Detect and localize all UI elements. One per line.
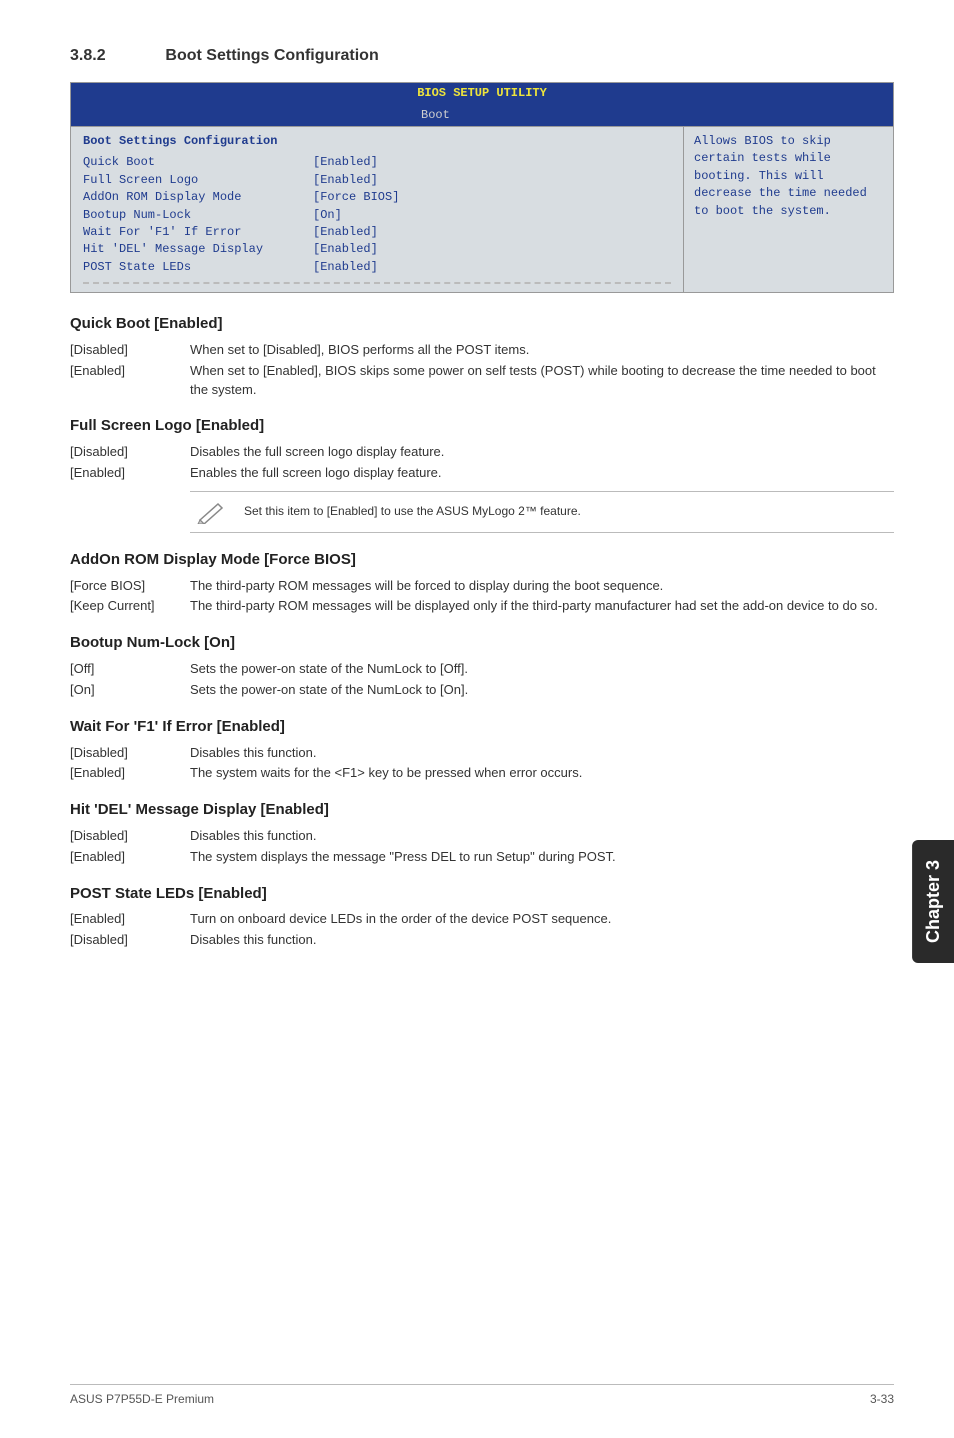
bios-help-pane: Allows BIOS to skip certain tests while … <box>683 127 893 292</box>
option-row: [Disabled]Disables this function. <box>70 827 894 846</box>
bios-row-value: [Enabled] <box>313 259 378 276</box>
bios-row-value: [Enabled] <box>313 154 378 171</box>
option-key: [Off] <box>70 660 190 679</box>
option-key: [Disabled] <box>70 931 190 950</box>
bios-row-label: Full Screen Logo <box>83 172 313 189</box>
bios-row-label: AddOn ROM Display Mode <box>83 189 313 206</box>
option-row: [Off]Sets the power-on state of the NumL… <box>70 660 894 679</box>
option-row: [Enabled]The system displays the message… <box>70 848 894 867</box>
bios-row-value: [On] <box>313 207 342 224</box>
option-key: [Disabled] <box>70 827 190 846</box>
option-key: [Enabled] <box>70 464 190 483</box>
option-row: [Disabled]Disables the full screen logo … <box>70 443 894 462</box>
bios-row: Hit 'DEL' Message Display[Enabled] <box>83 241 671 258</box>
option-key: [Disabled] <box>70 443 190 462</box>
bios-divider <box>83 282 671 284</box>
option-description: Sets the power-on state of the NumLock t… <box>190 660 894 679</box>
option-key: [Disabled] <box>70 744 190 763</box>
bios-row-label: Bootup Num-Lock <box>83 207 313 224</box>
option-description: Disables this function. <box>190 744 894 763</box>
note-text: Set this item to [Enabled] to use the AS… <box>244 503 581 520</box>
bios-row-label: POST State LEDs <box>83 259 313 276</box>
bios-row: Quick Boot[Enabled] <box>83 154 671 171</box>
pencil-icon <box>196 500 228 524</box>
section-heading: 3.8.2 Boot Settings Configuration <box>70 40 894 68</box>
bios-row: Full Screen Logo[Enabled] <box>83 172 671 189</box>
bios-tab-bar: Boot <box>71 105 893 126</box>
option-key: [Enabled] <box>70 764 190 783</box>
bios-settings-pane: Boot Settings Configuration Quick Boot[E… <box>71 127 683 292</box>
option-row: [Disabled]Disables this function. <box>70 931 894 950</box>
option-row: [Disabled]Disables this function. <box>70 744 894 763</box>
bios-rows: Quick Boot[Enabled]Full Screen Logo[Enab… <box>83 154 671 276</box>
option-description: The system displays the message "Press D… <box>190 848 894 867</box>
option-row: [Disabled]When set to [Disabled], BIOS p… <box>70 341 894 360</box>
bios-row-value: [Enabled] <box>313 224 378 241</box>
option-row: [Enabled]Enables the full screen logo di… <box>70 464 894 483</box>
option-description: Sets the power-on state of the NumLock t… <box>190 681 894 700</box>
option-description: The system waits for the <F1> key to be … <box>190 764 894 783</box>
option-row: [Keep Current]The third-party ROM messag… <box>70 597 894 616</box>
option-key: [Enabled] <box>70 848 190 867</box>
setting-title: AddOn ROM Display Mode [Force BIOS] <box>70 549 894 571</box>
bios-row: Bootup Num-Lock[On] <box>83 207 671 224</box>
option-description: Enables the full screen logo display fea… <box>190 464 894 483</box>
option-description: Turn on onboard device LEDs in the order… <box>190 910 894 929</box>
bios-row: POST State LEDs[Enabled] <box>83 259 671 276</box>
option-key: [Keep Current] <box>70 597 190 616</box>
option-description: When set to [Enabled], BIOS skips some p… <box>190 362 894 400</box>
option-description: When set to [Disabled], BIOS performs al… <box>190 341 894 360</box>
bios-title-bar: BIOS SETUP UTILITY <box>71 83 893 104</box>
bios-row: Wait For 'F1' If Error[Enabled] <box>83 224 671 241</box>
bios-panel: BIOS SETUP UTILITY Boot Boot Settings Co… <box>70 82 894 293</box>
option-row: [Enabled]Turn on onboard device LEDs in … <box>70 910 894 929</box>
option-key: [Disabled] <box>70 341 190 360</box>
chapter-tab: Chapter 3 <box>912 840 954 963</box>
footer-left: ASUS P7P55D-E Premium <box>70 1391 214 1408</box>
bios-panel-heading: Boot Settings Configuration <box>83 133 671 150</box>
bios-row: AddOn ROM Display Mode[Force BIOS] <box>83 189 671 206</box>
option-row: [On]Sets the power-on state of the NumLo… <box>70 681 894 700</box>
section-number: 3.8.2 <box>70 44 160 67</box>
bios-row-value: [Force BIOS] <box>313 189 399 206</box>
option-description: Disables the full screen logo display fe… <box>190 443 894 462</box>
option-description: The third-party ROM messages will be dis… <box>190 597 894 616</box>
option-key: [On] <box>70 681 190 700</box>
option-description: The third-party ROM messages will be for… <box>190 577 894 596</box>
page-footer: ASUS P7P55D-E Premium 3-33 <box>70 1384 894 1408</box>
option-row: [Enabled]The system waits for the <F1> k… <box>70 764 894 783</box>
footer-right: 3-33 <box>870 1391 894 1408</box>
section-title: Boot Settings Configuration <box>165 47 378 64</box>
option-description: Disables this function. <box>190 931 894 950</box>
setting-title: Bootup Num-Lock [On] <box>70 632 894 654</box>
setting-title: Hit 'DEL' Message Display [Enabled] <box>70 799 894 821</box>
setting-title: Quick Boot [Enabled] <box>70 313 894 335</box>
bios-row-label: Hit 'DEL' Message Display <box>83 241 313 258</box>
option-row: [Force BIOS]The third-party ROM messages… <box>70 577 894 596</box>
setting-title: Wait For 'F1' If Error [Enabled] <box>70 716 894 738</box>
bios-row-label: Quick Boot <box>83 154 313 171</box>
note-box: Set this item to [Enabled] to use the AS… <box>190 491 894 533</box>
option-description: Disables this function. <box>190 827 894 846</box>
option-row: [Enabled]When set to [Enabled], BIOS ski… <box>70 362 894 400</box>
option-key: [Enabled] <box>70 910 190 929</box>
setting-title: POST State LEDs [Enabled] <box>70 883 894 905</box>
option-key: [Enabled] <box>70 362 190 400</box>
bios-row-value: [Enabled] <box>313 172 378 189</box>
option-key: [Force BIOS] <box>70 577 190 596</box>
setting-title: Full Screen Logo [Enabled] <box>70 415 894 437</box>
bios-row-label: Wait For 'F1' If Error <box>83 224 313 241</box>
bios-row-value: [Enabled] <box>313 241 378 258</box>
